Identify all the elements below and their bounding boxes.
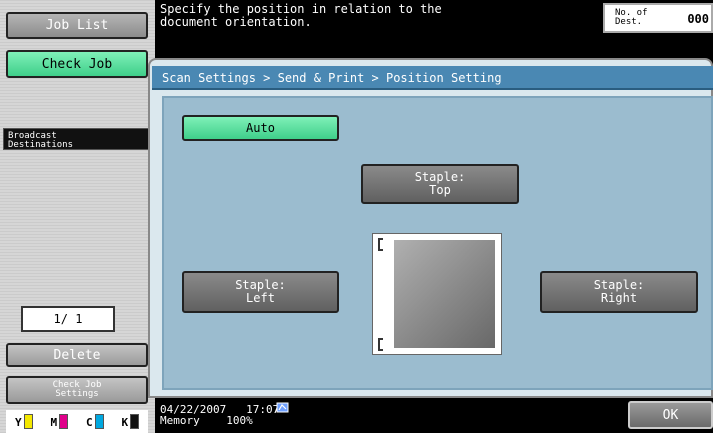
check-job-button[interactable]: Check Job [6,50,148,78]
auto-button[interactable]: Auto [182,115,339,141]
dest-count-label: No. of Dest. [615,8,648,27]
toner-magenta-label: M [50,416,58,429]
ok-button[interactable]: OK [628,401,713,429]
toner-cyan-label: C [85,416,93,429]
toner-black: K [121,414,140,429]
toner-cyan: C [86,414,104,429]
toner-magenta-bar [59,414,69,429]
document-image [394,240,495,348]
memory-value: 100% [226,414,253,427]
toner-levels: Y M C K [6,410,148,433]
staple-top-button[interactable]: Staple: Top [361,164,519,204]
staple-mark-icon [378,238,383,251]
toner-magenta: M [50,414,69,429]
breadcrumb: Scan Settings > Send & Print > Position … [152,66,713,90]
job-list-button[interactable]: Job List [6,12,148,39]
delete-button[interactable]: Delete [6,343,148,367]
staple-left-button[interactable]: Staple: Left [182,271,339,313]
toner-black-bar [130,414,140,429]
check-job-settings-button[interactable]: Check Job Settings [6,376,148,404]
staple-mark-icon [378,338,383,351]
left-sidebar: Job List Check Job Broadcast Destination… [0,0,155,433]
toner-yellow: Y [15,414,33,429]
page-indicator: 1/ 1 [21,306,115,332]
dest-count-box: No. of Dest. 000 [603,3,713,33]
memory-label: Memory [160,414,200,427]
dest-count-value: 000 [687,12,709,26]
network-icon [276,402,289,413]
toner-yellow-label: Y [14,416,22,429]
toner-yellow-bar [23,414,33,429]
staple-right-button[interactable]: Staple: Right [540,271,698,313]
toner-cyan-bar [94,414,104,429]
instruction-message: Specify the position in relation to the … [160,2,442,29]
broadcast-destinations-label: Broadcast Destinations [3,128,153,150]
toner-black-label: K [121,416,129,429]
status-text: 04/22/2007 17:07 Memory 100% [160,404,279,426]
